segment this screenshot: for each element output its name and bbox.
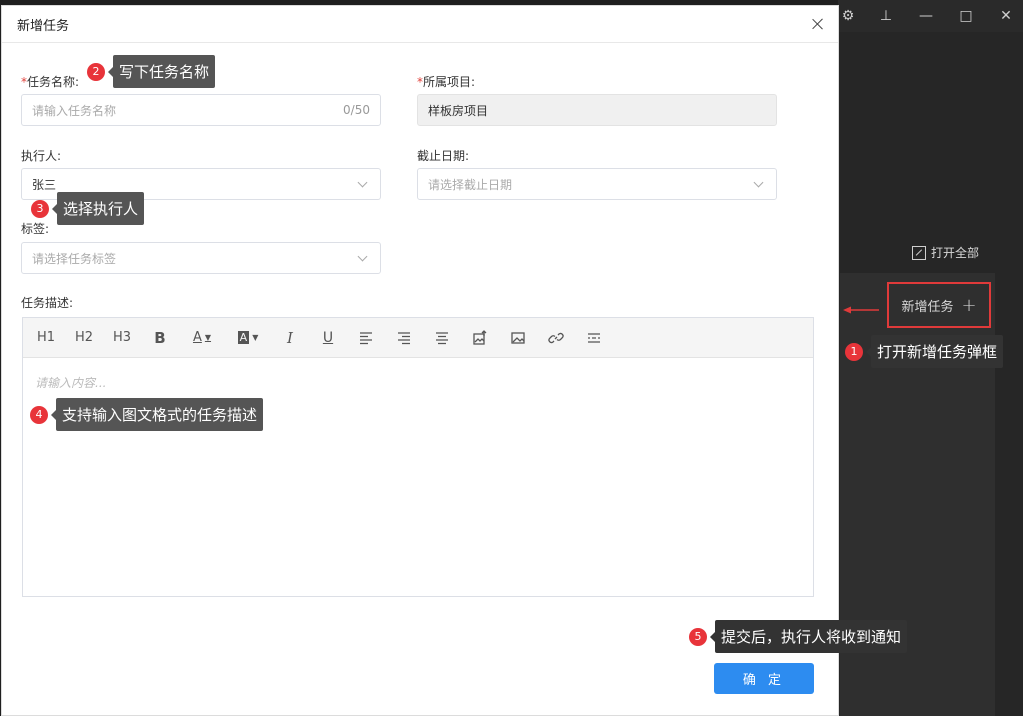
close-icon[interactable]	[810, 16, 826, 32]
annotation-text: 选择执行人	[51, 192, 145, 225]
tags-select[interactable]: 请选择任务标签	[21, 242, 381, 274]
minimize-icon[interactable]: —	[916, 6, 936, 26]
align-center-icon[interactable]	[427, 325, 457, 351]
annotation-badge: 3	[31, 199, 49, 218]
annotation-3: 3 选择执行人	[31, 192, 145, 225]
image-icon[interactable]	[503, 325, 533, 351]
expand-icon	[912, 245, 926, 260]
rich-text-editor: H1 H2 H3 B A ▼ A ▼ I U 请输入内容...	[22, 317, 814, 597]
app-titlebar: ⚙ ⊥ — □ ✕	[838, 0, 1023, 32]
arrow-icon	[843, 306, 879, 314]
settings-icon[interactable]: ⚙	[838, 6, 858, 26]
description-label: 任务描述:	[21, 296, 74, 310]
open-all-label: 打开全部	[931, 246, 980, 260]
annotation-text: 打开新增任务弹框	[865, 335, 1004, 368]
modal-header: 新增任务	[2, 6, 838, 43]
modal-title: 新增任务	[17, 18, 70, 34]
font-color-button[interactable]: A ▼	[183, 325, 221, 351]
editor-toolbar: H1 H2 H3 B A ▼ A ▼ I U	[23, 318, 813, 358]
annotation-text: 支持输入图文格式的任务描述	[50, 398, 264, 431]
annotation-text: 提交后，执行人将收到通知	[709, 620, 908, 653]
plus-icon: +	[961, 294, 977, 316]
annotation-badge: 5	[689, 627, 707, 646]
divider-icon[interactable]	[579, 325, 609, 351]
italic-button[interactable]: I	[275, 325, 305, 351]
tags-placeholder: 请选择任务标签	[32, 251, 117, 266]
upload-image-icon[interactable]	[465, 325, 495, 351]
chevron-down-icon	[357, 177, 368, 187]
h3-button[interactable]: H3	[107, 325, 137, 351]
annotation-badge: 2	[87, 62, 105, 81]
annotation-badge: 4	[30, 405, 48, 424]
new-task-label: 新增任务	[901, 299, 954, 315]
char-count: 0/50	[343, 103, 370, 117]
h1-button[interactable]: H1	[31, 325, 61, 351]
project-value: 样板房项目	[428, 103, 489, 118]
assignee-label: 执行人:	[21, 149, 62, 163]
new-task-button[interactable]: 新增任务 +	[887, 282, 991, 328]
deadline-label: 截止日期:	[417, 149, 470, 163]
close-window-icon[interactable]: ✕	[996, 6, 1016, 26]
deadline-placeholder: 请选择截止日期	[428, 177, 513, 192]
project-field: 样板房项目	[417, 94, 777, 126]
link-icon[interactable]	[541, 325, 571, 351]
maximize-icon[interactable]: □	[956, 6, 976, 26]
annotation-text: 写下任务名称	[107, 55, 216, 88]
open-all-button[interactable]: 打开全部	[912, 244, 979, 261]
task-name-placeholder: 请输入任务名称	[32, 103, 117, 118]
deadline-select[interactable]: 请选择截止日期	[417, 168, 777, 200]
confirm-button[interactable]: 确 定	[714, 663, 814, 694]
underline-button[interactable]: U	[313, 325, 343, 351]
annotation-2: 2 写下任务名称	[87, 55, 216, 88]
project-label: *所属项目:	[417, 75, 476, 89]
annotation-5: 5 提交后，执行人将收到通知	[689, 620, 908, 653]
chevron-down-icon	[753, 177, 764, 187]
chevron-down-icon	[357, 251, 368, 261]
background-color-button[interactable]: A ▼	[229, 325, 267, 351]
annotation-1: 1 打开新增任务弹框	[845, 335, 1004, 368]
annotation-badge: 1	[845, 342, 863, 361]
new-task-modal: 新增任务 *任务名称: 请输入任务名称 0/50 *所属项目: 样板房项目 执行…	[1, 5, 839, 716]
align-right-icon[interactable]	[389, 325, 419, 351]
task-name-label: *任务名称:	[21, 75, 80, 89]
annotation-4: 4 支持输入图文格式的任务描述	[30, 398, 264, 431]
pin-icon[interactable]: ⊥	[876, 6, 896, 26]
task-name-input[interactable]: 请输入任务名称 0/50	[21, 94, 381, 126]
assignee-value: 张三	[32, 177, 57, 192]
bold-button[interactable]: B	[145, 325, 175, 351]
h2-button[interactable]: H2	[69, 325, 99, 351]
align-left-icon[interactable]	[351, 325, 381, 351]
